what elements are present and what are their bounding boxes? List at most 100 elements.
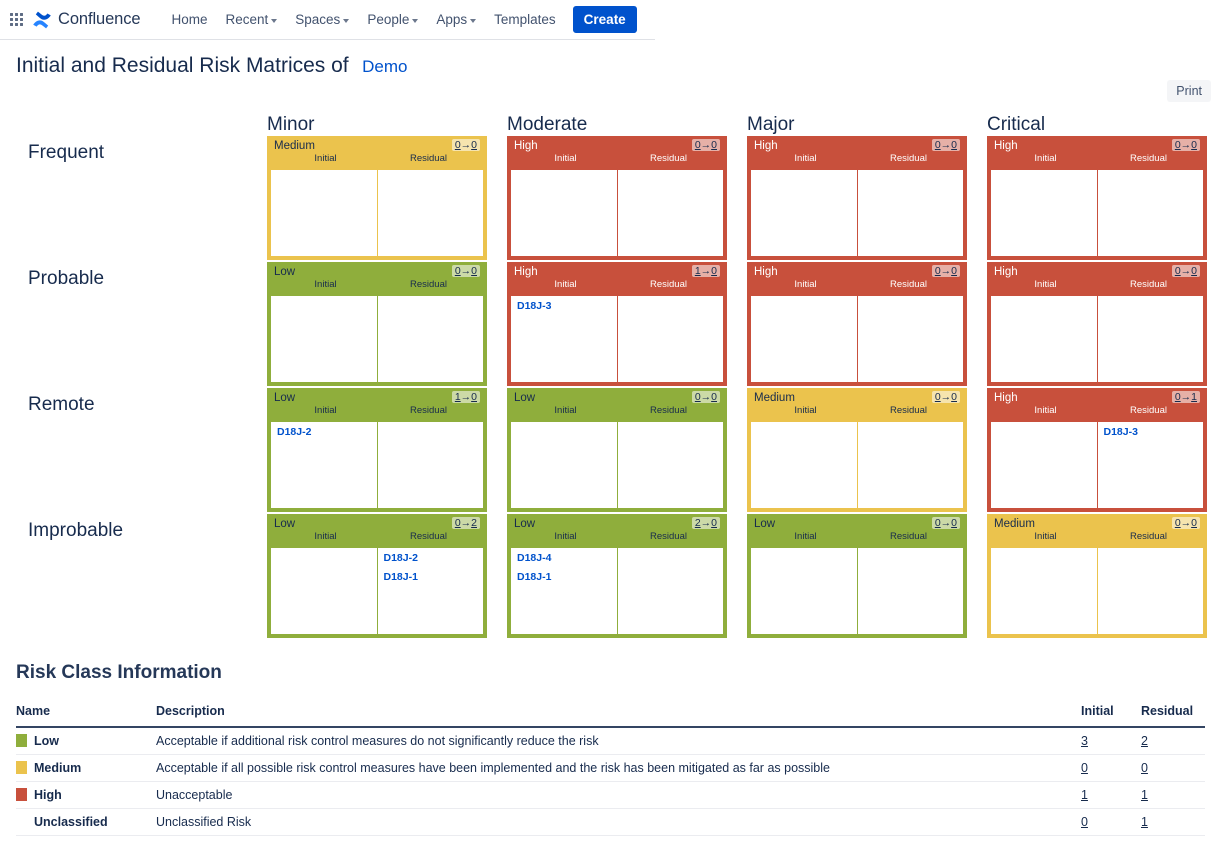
residual-count-link[interactable]: 1 xyxy=(1141,788,1148,802)
cell-count-badge[interactable]: 0→0 xyxy=(691,391,720,403)
matrix-cell-frequent-minor[interactable]: Medium 0→0 Initial Residual xyxy=(267,136,487,260)
initial-count-link[interactable]: 3 xyxy=(1081,734,1088,748)
cell-residual-count[interactable]: 0 xyxy=(711,265,717,277)
matrix-cell-probable-minor[interactable]: Low 0→0 Initial Residual xyxy=(267,262,487,386)
initial-count-link[interactable]: 1 xyxy=(1081,788,1088,802)
cell-count-badge[interactable]: 0→1 xyxy=(1171,391,1200,403)
matrix-cell-improbable-major[interactable]: Low 0→0 Initial Residual xyxy=(747,514,967,638)
cell-count-badge[interactable]: 0→0 xyxy=(931,391,960,403)
arrow-icon: → xyxy=(940,391,952,403)
matrix-cell-remote-critical[interactable]: High 0→1 Initial Residual D18J-3 xyxy=(987,388,1207,512)
cell-body: D18J-3 xyxy=(511,296,723,382)
nav-item-spaces[interactable]: Spaces xyxy=(286,6,358,33)
residual-count-link[interactable]: 1 xyxy=(1141,815,1148,829)
risk-item-link[interactable]: D18J-4 xyxy=(517,552,611,564)
cell-residual-count[interactable]: 0 xyxy=(951,517,957,529)
cell-residual-count[interactable]: 0 xyxy=(711,139,717,151)
cell-count-badge[interactable]: 2→0 xyxy=(691,517,720,529)
matrix-cell-probable-moderate[interactable]: High 1→0 Initial Residual D18J-3 xyxy=(507,262,727,386)
initial-count-link[interactable]: 0 xyxy=(1081,815,1088,829)
nav-item-recent[interactable]: Recent xyxy=(217,6,287,33)
cell-residual-count[interactable]: 0 xyxy=(951,391,957,403)
cell-risk-class-label: Low xyxy=(274,392,296,404)
risk-item-link[interactable]: D18J-3 xyxy=(517,300,611,312)
cell-initial-label: Initial xyxy=(794,279,817,290)
arrow-icon: → xyxy=(460,391,472,403)
confluence-home-link[interactable]: Confluence xyxy=(32,10,141,30)
print-button[interactable]: Print xyxy=(1167,80,1211,102)
cell-residual-label: Residual xyxy=(1130,405,1167,416)
initial-count-link[interactable]: 0 xyxy=(1081,761,1088,775)
matrix-cell-frequent-moderate[interactable]: High 0→0 Initial Residual xyxy=(507,136,727,260)
matrix-cell-improbable-moderate[interactable]: Low 2→0 Initial Residual D18J-4 D18J-1 xyxy=(507,514,727,638)
cell-count-badge[interactable]: 0→0 xyxy=(1171,265,1200,277)
cell-initial-count: 1 xyxy=(1081,781,1141,809)
cell-residual-count: 2 xyxy=(1141,727,1205,755)
cell-residual-count[interactable]: 2 xyxy=(471,517,477,529)
cell-column-initial: D18J-2 xyxy=(271,422,378,508)
nav-item-templates[interactable]: Templates xyxy=(485,6,565,33)
cell-residual-count[interactable]: 1 xyxy=(1191,391,1197,403)
matrix-cell-remote-major[interactable]: Medium 0→0 Initial Residual xyxy=(747,388,967,512)
residual-count-link[interactable]: 2 xyxy=(1141,734,1148,748)
risk-class-color-swatch xyxy=(16,788,27,801)
cell-residual-count[interactable]: 0 xyxy=(951,265,957,277)
matrix-cell-remote-moderate[interactable]: Low 0→0 Initial Residual xyxy=(507,388,727,512)
cell-risk-class-label: Low xyxy=(754,518,776,530)
nav-item-apps[interactable]: Apps xyxy=(427,6,485,33)
cell-count-badge[interactable]: 0→2 xyxy=(451,517,480,529)
cell-residual-count[interactable]: 0 xyxy=(1191,517,1197,529)
nav-item-label: Recent xyxy=(225,12,269,27)
cell-count-badge[interactable]: 0→0 xyxy=(931,265,960,277)
cell-residual-count[interactable]: 0 xyxy=(1191,139,1197,151)
cell-count-badge[interactable]: 1→0 xyxy=(451,391,480,403)
cell-body xyxy=(511,422,723,508)
cell-residual-count[interactable]: 0 xyxy=(711,517,717,529)
cell-count-badge[interactable]: 0→0 xyxy=(451,139,480,151)
cell-residual-count[interactable]: 0 xyxy=(711,391,717,403)
cell-count-badge[interactable]: 0→0 xyxy=(1171,517,1200,529)
cell-risk-class-label: High xyxy=(994,140,1018,152)
cell-residual-count[interactable]: 0 xyxy=(471,391,477,403)
matrix-cell-probable-critical[interactable]: High 0→0 Initial Residual xyxy=(987,262,1207,386)
matrix-cell-improbable-minor[interactable]: Low 0→2 Initial Residual D18J-2 D18J-1 xyxy=(267,514,487,638)
risk-item-link[interactable]: D18J-2 xyxy=(277,426,371,438)
cell-count-badge[interactable]: 0→0 xyxy=(691,139,720,151)
cell-count-badge[interactable]: 0→0 xyxy=(451,265,480,277)
nav-item-home[interactable]: Home xyxy=(162,6,216,33)
cell-header: Medium 0→0 Initial Residual xyxy=(988,515,1206,548)
cell-description: Unclassified Risk xyxy=(156,808,1081,836)
cell-count-badge[interactable]: 0→0 xyxy=(931,517,960,529)
cell-initial-label: Initial xyxy=(794,405,817,416)
cell-count-badge[interactable]: 0→0 xyxy=(931,139,960,151)
cell-body xyxy=(511,170,723,256)
cell-residual-count[interactable]: 0 xyxy=(471,139,477,151)
risk-class-color-swatch xyxy=(16,815,27,828)
cell-body xyxy=(751,296,963,382)
matrix-cell-remote-minor[interactable]: Low 1→0 Initial Residual D18J-2 xyxy=(267,388,487,512)
nav-item-label: Templates xyxy=(494,12,556,27)
matrix-cell-frequent-major[interactable]: High 0→0 Initial Residual xyxy=(747,136,967,260)
cell-count-badge[interactable]: 0→0 xyxy=(1171,139,1200,151)
arrow-icon: → xyxy=(460,517,472,529)
risk-item-link[interactable]: D18J-2 xyxy=(384,552,478,564)
cell-residual-count[interactable]: 0 xyxy=(951,139,957,151)
cell-residual-count[interactable]: 0 xyxy=(1191,265,1197,277)
create-button[interactable]: Create xyxy=(572,6,637,33)
cell-count-badge[interactable]: 1→0 xyxy=(691,265,720,277)
project-link[interactable]: Demo xyxy=(362,57,407,77)
risk-item-link[interactable]: D18J-1 xyxy=(384,571,478,583)
cell-initial-label: Initial xyxy=(794,153,817,164)
risk-item-link[interactable]: D18J-1 xyxy=(517,571,611,583)
matrix-cell-probable-major[interactable]: High 0→0 Initial Residual xyxy=(747,262,967,386)
matrix-cell-frequent-critical[interactable]: High 0→0 Initial Residual xyxy=(987,136,1207,260)
cell-column-initial xyxy=(751,170,858,256)
cell-residual-count[interactable]: 0 xyxy=(471,265,477,277)
residual-count-link[interactable]: 0 xyxy=(1141,761,1148,775)
risk-item-link[interactable]: D18J-3 xyxy=(1104,426,1198,438)
app-switcher-grid-icon[interactable] xyxy=(4,8,28,32)
cell-risk-class-label: Low xyxy=(274,266,296,278)
nav-item-people[interactable]: People xyxy=(358,6,427,33)
matrix-cell-improbable-critical[interactable]: Medium 0→0 Initial Residual xyxy=(987,514,1207,638)
cell-body xyxy=(751,548,963,634)
